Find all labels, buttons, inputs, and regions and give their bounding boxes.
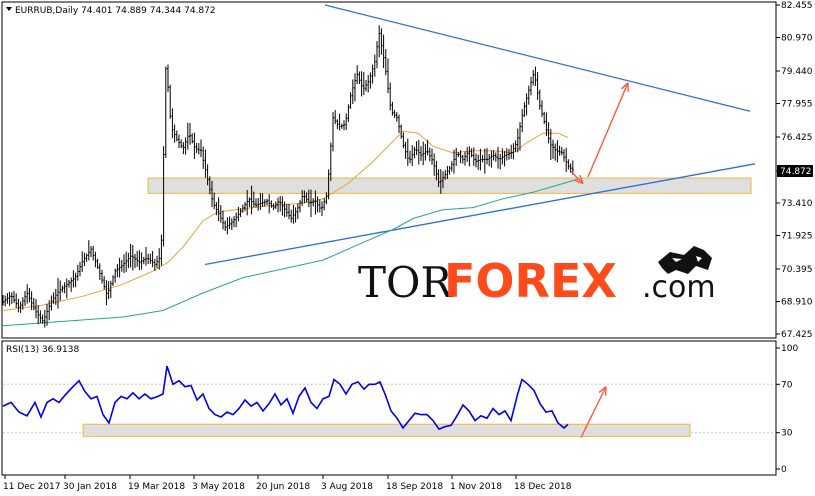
chart-window: 82.455 80.970 79.440 77.955 76.425 74.872 73.4…	[0, 0, 815, 496]
current-price-label: 74.872	[780, 167, 812, 177]
chart-header: EURRUB,Daily 74.401 74.889 74.344 74.872	[6, 6, 216, 16]
price-tick-label: 67.425	[781, 330, 813, 340]
watermark-dotcom: .com	[642, 270, 716, 305]
price-tick-label: 68.910	[781, 297, 813, 307]
rsi-pane[interactable]: 100 70 30 0	[1, 340, 798, 476]
date-tick-label: 18 Sep 2018	[386, 482, 443, 492]
price-tick-label: 79.440	[781, 67, 813, 77]
support-zone	[147, 177, 752, 194]
symbol-info: EURRUB,Daily 74.401 74.889 74.344 74.872	[15, 6, 216, 16]
price-tick-label: 80.970	[781, 34, 813, 44]
price-tick-label: 73.410	[781, 199, 813, 209]
price-tick-label: 70.395	[781, 265, 813, 275]
price-tick-label: 71.925	[781, 231, 813, 241]
price-tick-label: 82.455	[781, 1, 813, 11]
rsi-tick-label: 70	[781, 380, 793, 390]
date-tick-label: 11 Dec 2017	[3, 482, 61, 492]
rsi-support-zone	[82, 423, 691, 437]
price-tick-label: 76.425	[781, 133, 813, 143]
date-tick-label: 1 Nov 2018	[450, 482, 502, 492]
rsi-tick-label: 0	[781, 465, 787, 475]
date-tick-label: 3 May 2018	[192, 482, 245, 492]
date-tick-label: 30 Jan 2018	[63, 482, 117, 492]
date-tick-label: 19 Mar 2018	[128, 482, 185, 492]
date-tick-label: 20 Jun 2018	[256, 482, 310, 492]
date-tick-label: 3 Aug 2018	[321, 482, 373, 492]
rsi-tick-label: 30	[781, 429, 793, 439]
rsi-header: RSI(13) 36.9138	[6, 345, 79, 355]
watermark-forex: FOREX	[444, 254, 617, 308]
date-tick-label: 18 Dec 2018	[514, 482, 572, 492]
price-tick-label: 77.955	[781, 100, 813, 110]
rsi-pane-frame	[1, 340, 777, 476]
rsi-tick-label: 100	[781, 344, 798, 354]
watermark-tor: TOR	[358, 258, 453, 307]
